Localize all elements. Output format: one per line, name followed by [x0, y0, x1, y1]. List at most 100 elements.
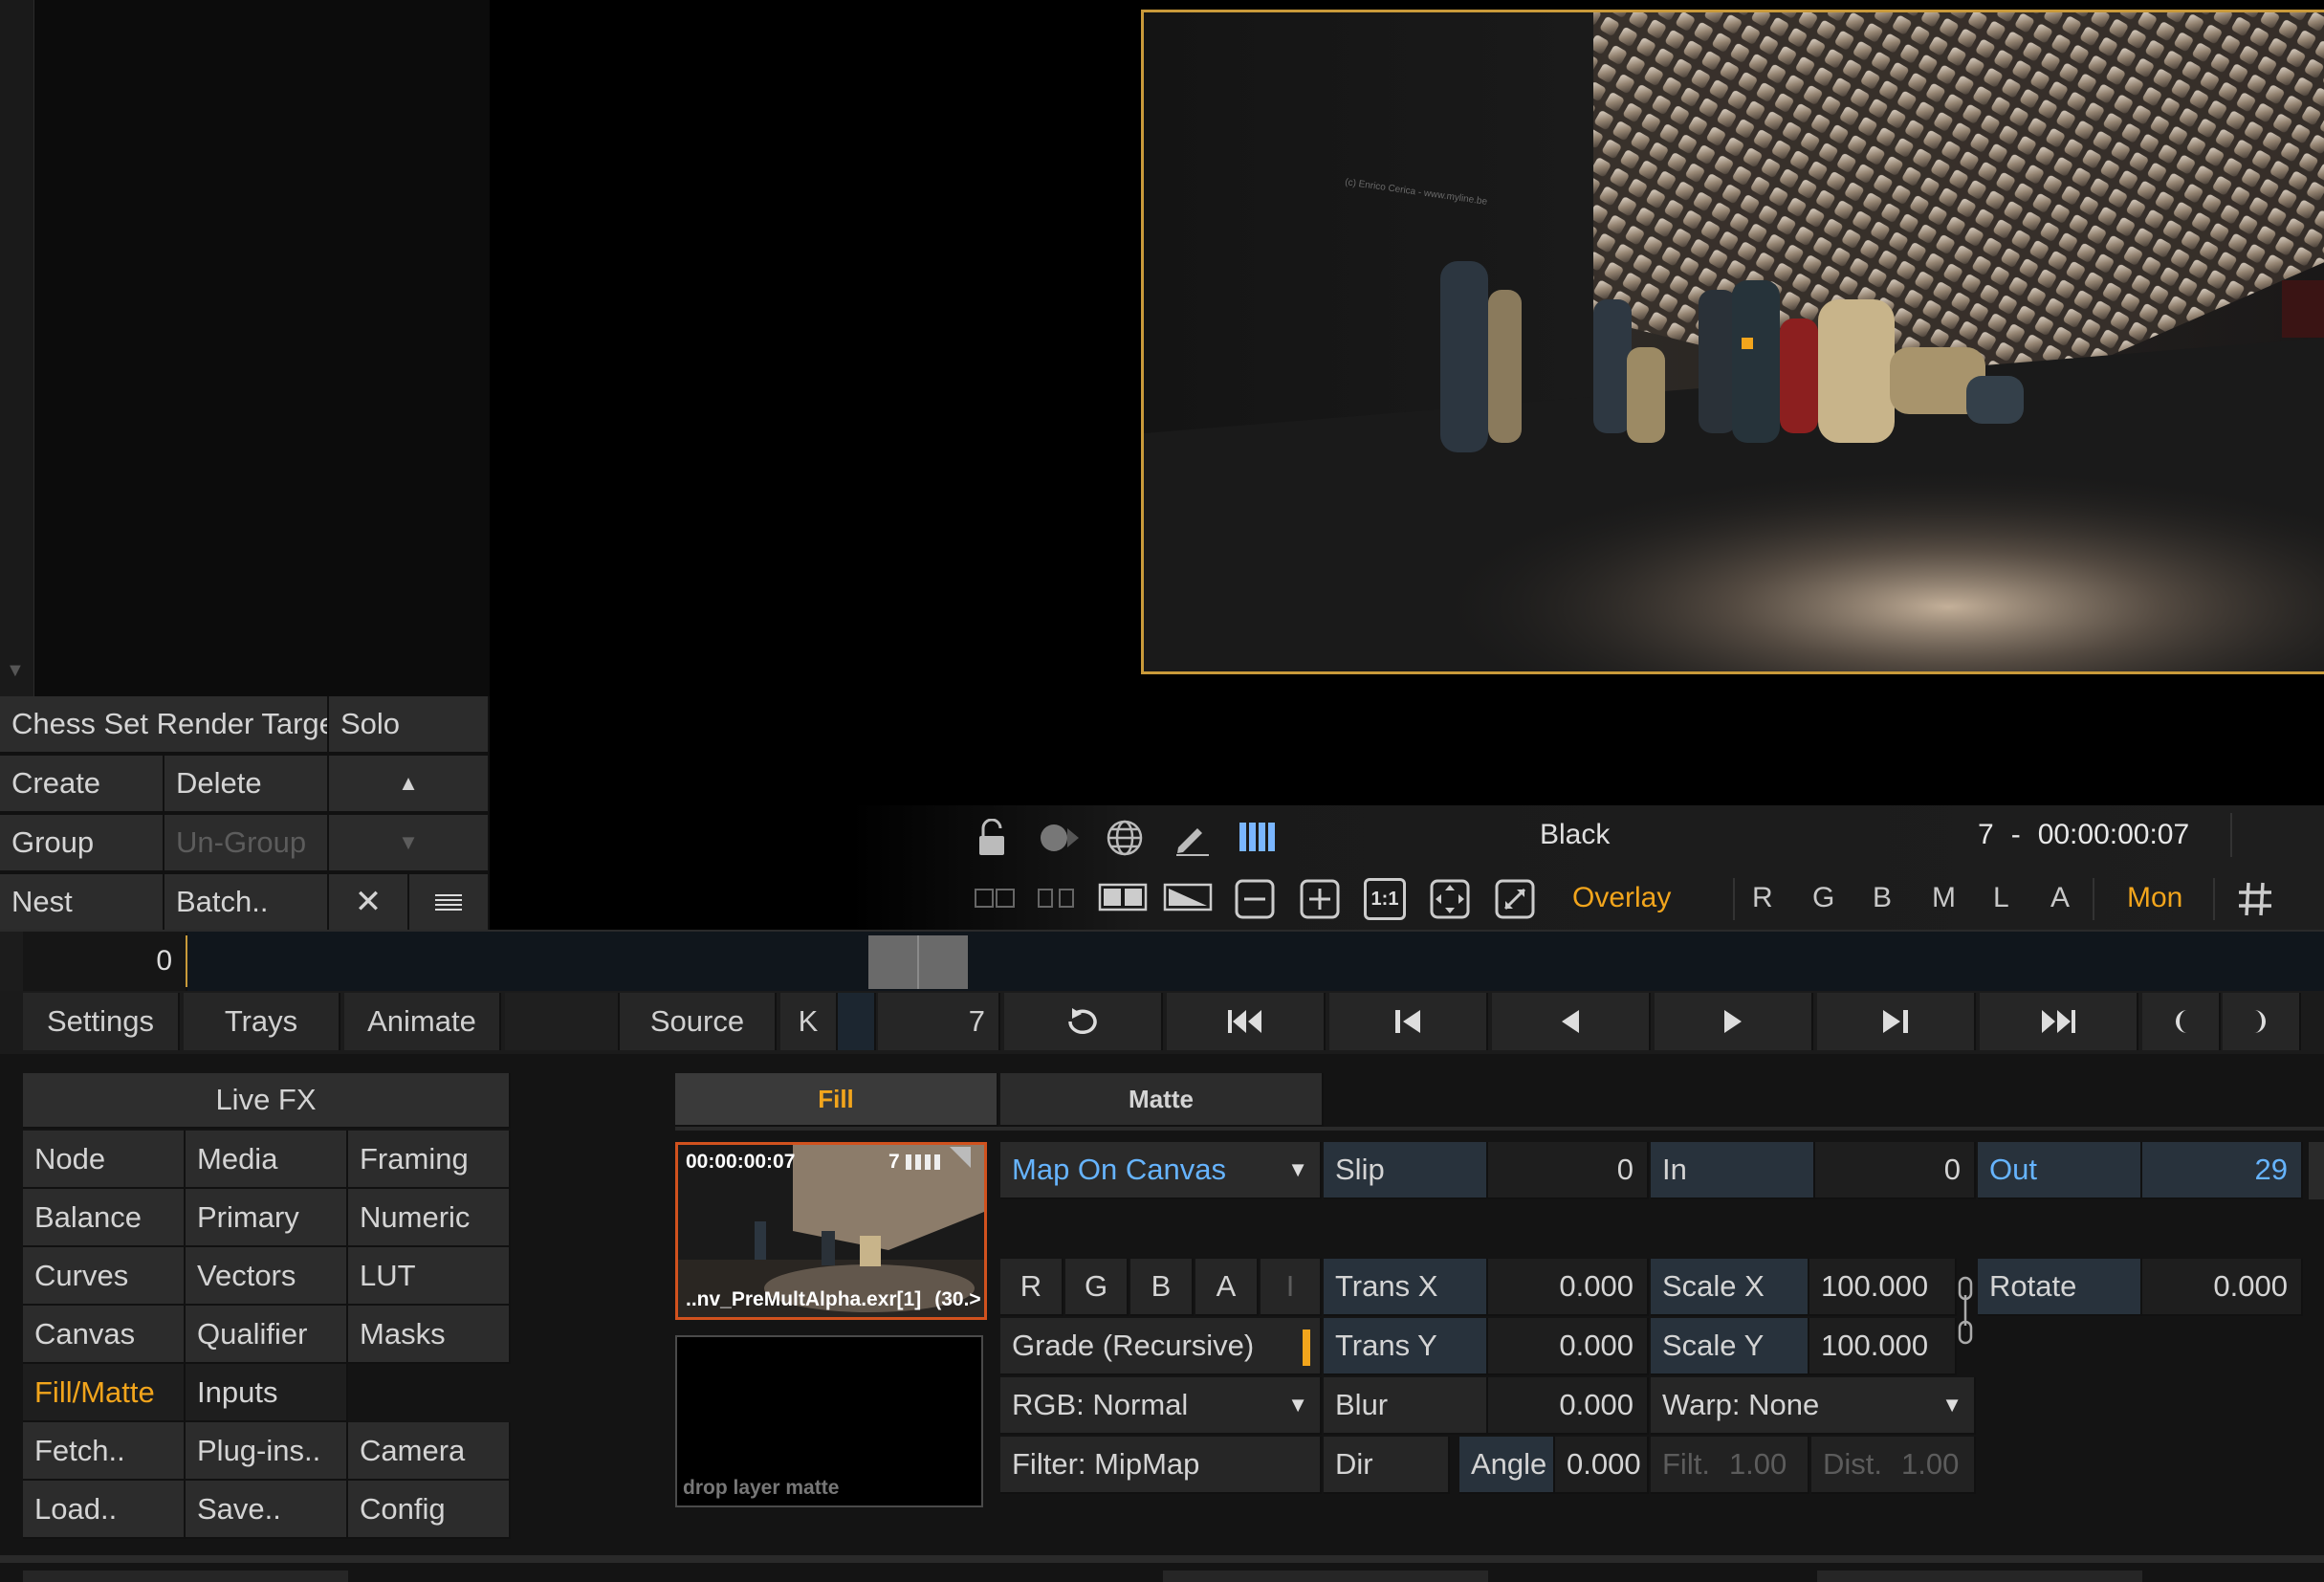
menu-balance[interactable]: Balance [23, 1189, 186, 1247]
angle-field[interactable]: 0.000 [1555, 1437, 1649, 1494]
mark-in-icon[interactable] [2142, 993, 2221, 1050]
tab-trays[interactable]: Trays [184, 993, 340, 1050]
pencil-icon[interactable] [1173, 819, 1211, 857]
link-chain-icon[interactable] [1957, 1276, 1974, 1345]
filmstrip-split-icon[interactable] [1035, 884, 1077, 912]
image-viewer[interactable]: (c) Enrico Cerica - www.myline.be [1141, 10, 2324, 674]
channel-a-toggle[interactable]: A [1195, 1259, 1259, 1316]
zoom-1to1-button[interactable]: 1:1 [1364, 878, 1406, 920]
fill-thumbnail[interactable]: 00:00:00:07 7 ..nv_PreMultAlpha.exr[1] (… [675, 1142, 987, 1320]
loop-icon[interactable] [1004, 993, 1163, 1050]
move-down-button[interactable]: ▼ [329, 815, 490, 872]
fit-icon[interactable] [1429, 878, 1471, 920]
play-icon[interactable] [1655, 993, 1813, 1050]
menu-fetch[interactable]: Fetch.. [23, 1422, 186, 1481]
blur-field[interactable]: 0.000 [1488, 1377, 1649, 1435]
channel-g-toggle[interactable]: G [1065, 1259, 1129, 1316]
dir-button[interactable]: Dir [1324, 1437, 1450, 1494]
menu-qualifier[interactable]: Qualifier [186, 1306, 348, 1364]
go-to-end-icon[interactable] [1980, 993, 2138, 1050]
wipe-icon[interactable] [1163, 882, 1213, 912]
list-menu-icon[interactable] [409, 874, 490, 932]
move-up-button[interactable]: ▲ [329, 756, 490, 813]
slip-field[interactable]: 0 [1488, 1142, 1649, 1199]
pivot-handle[interactable] [1742, 338, 1753, 349]
menu-framing[interactable]: Framing [348, 1131, 511, 1189]
tab-fill[interactable]: Fill [675, 1073, 998, 1127]
channel-g-button[interactable]: G [1812, 882, 1834, 914]
create-button[interactable]: Create [0, 756, 164, 813]
ungroup-button[interactable]: Un-Group [164, 815, 329, 872]
menu-masks[interactable]: Masks [348, 1306, 511, 1364]
grade-recursive-toggle[interactable]: Grade (Recursive) [1000, 1318, 1322, 1375]
channel-i-toggle[interactable]: I [1261, 1259, 1322, 1316]
next-keyframe-icon[interactable] [1817, 993, 1976, 1050]
source-button[interactable]: Source [620, 993, 777, 1050]
menu-fill-matte[interactable]: Fill/Matte [23, 1364, 186, 1422]
menu-media[interactable]: Media [186, 1131, 348, 1189]
zoom-in-icon[interactable] [1299, 878, 1341, 920]
channel-r-button[interactable]: R [1752, 882, 1773, 914]
menu-primary[interactable]: Primary [186, 1189, 348, 1247]
nest-button[interactable]: Nest [0, 874, 164, 932]
record-icon[interactable] [1039, 821, 1081, 855]
overlay-toggle[interactable]: Overlay [1572, 882, 1671, 914]
channel-r-toggle[interactable]: R [1000, 1259, 1063, 1316]
scale-y-field[interactable]: 100.000 [1809, 1318, 1957, 1375]
lock-icon[interactable] [976, 819, 1008, 857]
trans-x-field[interactable]: 0.000 [1488, 1259, 1649, 1316]
scale-x-field[interactable]: 100.000 [1809, 1259, 1957, 1316]
tab-animate[interactable]: Animate [344, 993, 501, 1050]
solo-button[interactable]: Solo [329, 696, 490, 754]
go-to-start-icon[interactable] [1167, 993, 1326, 1050]
channel-b-toggle[interactable]: B [1130, 1259, 1194, 1316]
menu-config[interactable]: Config [348, 1481, 511, 1539]
filter-dropdown[interactable]: Filter: MipMap [1000, 1437, 1322, 1494]
tab-settings[interactable]: Settings [23, 993, 180, 1050]
menu-canvas[interactable]: Canvas [23, 1306, 186, 1364]
map-mode-dropdown[interactable]: Map On Canvas ▼ [1000, 1142, 1322, 1199]
rotate-field[interactable]: 0.000 [2142, 1259, 2303, 1316]
menu-plugins[interactable]: Plug-ins.. [186, 1422, 348, 1481]
channel-l-button[interactable]: L [1993, 882, 2009, 914]
menu-camera[interactable]: Camera [348, 1422, 511, 1481]
menu-inputs[interactable]: Inputs [186, 1364, 348, 1422]
side-by-side-icon[interactable] [1098, 882, 1148, 912]
menu-numeric[interactable]: Numeric [348, 1189, 511, 1247]
matte-drop-zone[interactable]: drop layer matte [675, 1335, 983, 1507]
channel-a-button[interactable]: A [2050, 882, 2070, 914]
channel-b-button[interactable]: B [1873, 882, 1892, 914]
menu-curves[interactable]: Curves [23, 1247, 186, 1306]
mon-toggle[interactable]: Mon [2127, 882, 2182, 914]
zoom-out-icon[interactable] [1234, 878, 1276, 920]
grid-icon[interactable] [2236, 880, 2274, 918]
menu-load[interactable]: Load.. [23, 1481, 186, 1539]
background-label[interactable]: Black [1540, 819, 1610, 851]
group-button[interactable]: Group [0, 815, 164, 872]
channel-m-button[interactable]: M [1932, 882, 1956, 914]
menu-node[interactable]: Node [23, 1131, 186, 1189]
rgb-mode-dropdown[interactable]: RGB: Normal ▼ [1000, 1377, 1322, 1435]
mark-out-icon[interactable] [2223, 993, 2301, 1050]
filmstrip-icon[interactable] [974, 884, 1016, 912]
key-button[interactable]: K [780, 993, 838, 1050]
menu-vectors[interactable]: Vectors [186, 1247, 348, 1306]
out-field[interactable]: 29 [2142, 1142, 2303, 1199]
timeline-bar[interactable]: 0 [0, 930, 2324, 991]
trans-y-field[interactable]: 0.000 [1488, 1318, 1649, 1375]
live-fx-title[interactable]: Live FX [23, 1073, 511, 1129]
delete-button[interactable]: Delete [164, 756, 329, 813]
tab-matte[interactable]: Matte [1000, 1073, 1324, 1127]
scroll-down-icon[interactable]: ▼ [6, 660, 29, 681]
batch-button[interactable]: Batch.. [164, 874, 329, 932]
current-frame-field[interactable]: 7 [878, 993, 1000, 1050]
previous-keyframe-icon[interactable] [1329, 993, 1488, 1050]
tree-scrollbar[interactable]: ▼ [0, 0, 34, 696]
fullscreen-icon[interactable] [1494, 878, 1536, 920]
menu-save[interactable]: Save.. [186, 1481, 348, 1539]
in-field[interactable]: 0 [1815, 1142, 1976, 1199]
scopes-icon[interactable] [1238, 821, 1280, 853]
timeline-track[interactable] [187, 932, 2324, 991]
globe-icon[interactable] [1106, 819, 1144, 857]
warp-dropdown[interactable]: Warp: None ▼ [1651, 1377, 1976, 1435]
